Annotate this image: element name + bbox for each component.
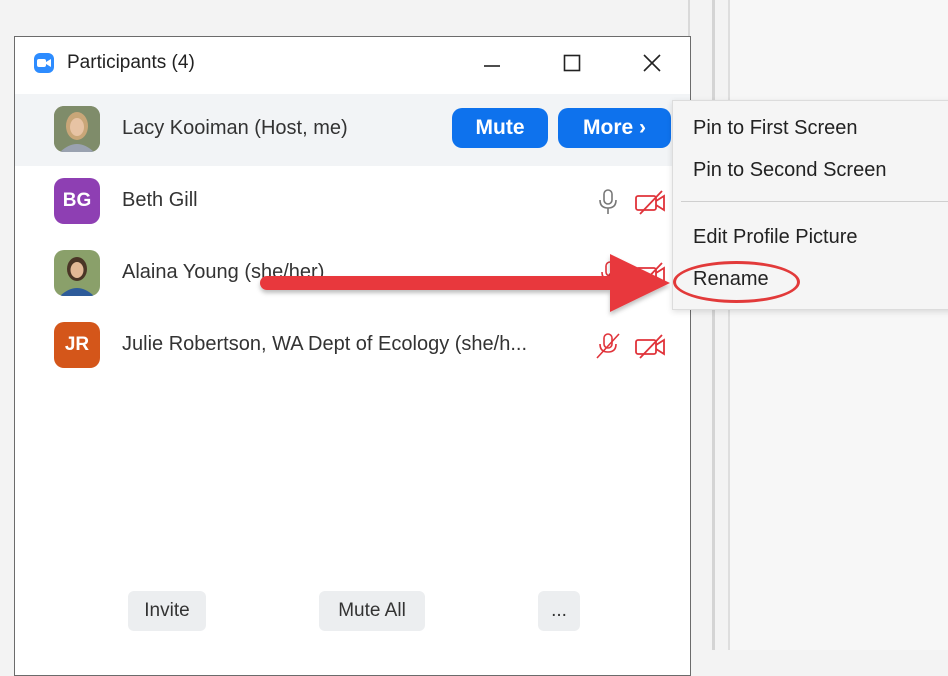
mute-all-button[interactable]: Mute All [319, 591, 425, 631]
title-bar: Participants (4) [15, 37, 690, 91]
avatar: JR [54, 322, 100, 368]
participant-name: Julie Robertson, WA Dept of Ecology (she… [122, 333, 528, 355]
window-title: Participants (4) [67, 52, 195, 73]
mute-button[interactable]: Mute [452, 108, 548, 148]
more-options-button[interactable]: ... [538, 591, 580, 631]
maximize-button[interactable] [552, 45, 592, 81]
arrow-annotation [260, 254, 670, 312]
minimize-icon [484, 65, 500, 67]
participant-name: Beth Gill [122, 189, 198, 211]
background-divider [728, 0, 730, 650]
background-panel [730, 0, 948, 650]
microphone-icon[interactable] [593, 188, 623, 216]
participant-row[interactable]: BG Beth Gill [15, 166, 690, 238]
maximize-icon [563, 54, 581, 72]
menu-item-pin-second-screen[interactable]: Pin to Second Screen [693, 159, 886, 182]
avatar [54, 106, 100, 152]
participant-name: Lacy Kooiman (Host, me) [122, 117, 348, 139]
rename-highlight-circle [673, 261, 800, 303]
menu-item-pin-first-screen[interactable]: Pin to First Screen [693, 117, 858, 140]
minimize-button[interactable] [472, 45, 512, 81]
video-off-icon[interactable] [634, 188, 665, 216]
avatar [54, 250, 100, 296]
video-off-icon[interactable] [634, 332, 665, 360]
avatar-initials: BG [62, 190, 92, 211]
close-icon [643, 54, 661, 72]
menu-item-edit-profile-picture[interactable]: Edit Profile Picture [693, 226, 858, 249]
participant-row[interactable]: Lacy Kooiman (Host, me) Mute More › [15, 94, 690, 166]
close-button[interactable] [632, 45, 672, 81]
microphone-muted-icon[interactable] [593, 332, 623, 360]
participant-row[interactable]: JR Julie Robertson, WA Dept of Ecology (… [15, 310, 690, 382]
avatar-initials: JR [64, 334, 90, 355]
participants-window: Participants (4) Lacy Kooiman (Host, me)… [14, 36, 691, 676]
more-button[interactable]: More › [558, 108, 671, 148]
zoom-app-icon [34, 53, 54, 73]
invite-button[interactable]: Invite [128, 591, 206, 631]
menu-divider [681, 201, 948, 202]
background-divider [712, 0, 715, 650]
avatar: BG [54, 178, 100, 224]
